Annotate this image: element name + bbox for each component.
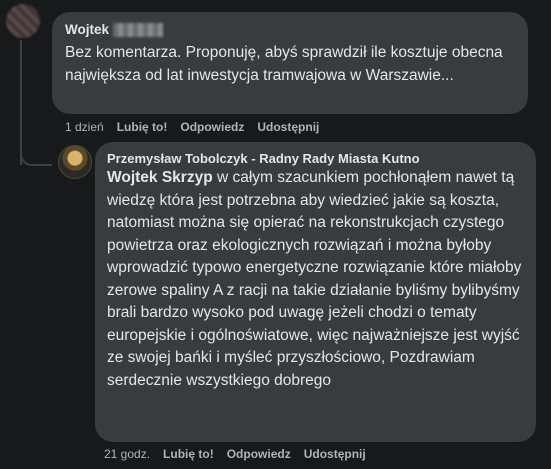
- comment-avatar[interactable]: [6, 4, 40, 38]
- reply-avatar[interactable]: [58, 145, 92, 179]
- reply-button[interactable]: Odpowiedz: [180, 120, 244, 134]
- thread-connector: [20, 140, 52, 166]
- comment-actions: 1 dzień Lubię to! Odpowiedz Udostępnij: [65, 120, 319, 134]
- reply-bubble: Przemysław Tobolczyk - Radny Rady Miasta…: [95, 142, 536, 442]
- mention-link[interactable]: Wojtek Skrzyp: [107, 169, 213, 186]
- reply-text-body: w całym szacunkiem pochłonąłem nawet tą …: [107, 169, 522, 389]
- reply-text: Wojtek Skrzyp w całym szacunkiem pochłon…: [107, 167, 527, 392]
- share-button[interactable]: Udostępnij: [304, 447, 366, 461]
- redacted-surname: [113, 22, 164, 37]
- comment-bubble: Wojtek Bez komentarza. Proponuję, abyś s…: [52, 12, 528, 114]
- share-button[interactable]: Udostępnij: [257, 120, 319, 134]
- like-button[interactable]: Lubię to!: [117, 120, 168, 134]
- like-button[interactable]: Lubię to!: [163, 447, 214, 461]
- reply-timestamp[interactable]: 21 godz.: [104, 447, 150, 461]
- comment-text: Bez komentarza. Proponuję, abyś sprawdzi…: [65, 44, 503, 84]
- comment-author[interactable]: Wojtek: [65, 22, 164, 37]
- reply-button[interactable]: Odpowiedz: [227, 447, 291, 461]
- comment-timestamp[interactable]: 1 dzień: [65, 120, 104, 134]
- reply-author[interactable]: Przemysław Tobolczyk - Radny Rady Miasta…: [107, 151, 420, 166]
- reply-actions: 21 godz. Lubię to! Odpowiedz Udostępnij: [104, 447, 366, 461]
- author-name[interactable]: Wojtek: [65, 22, 109, 37]
